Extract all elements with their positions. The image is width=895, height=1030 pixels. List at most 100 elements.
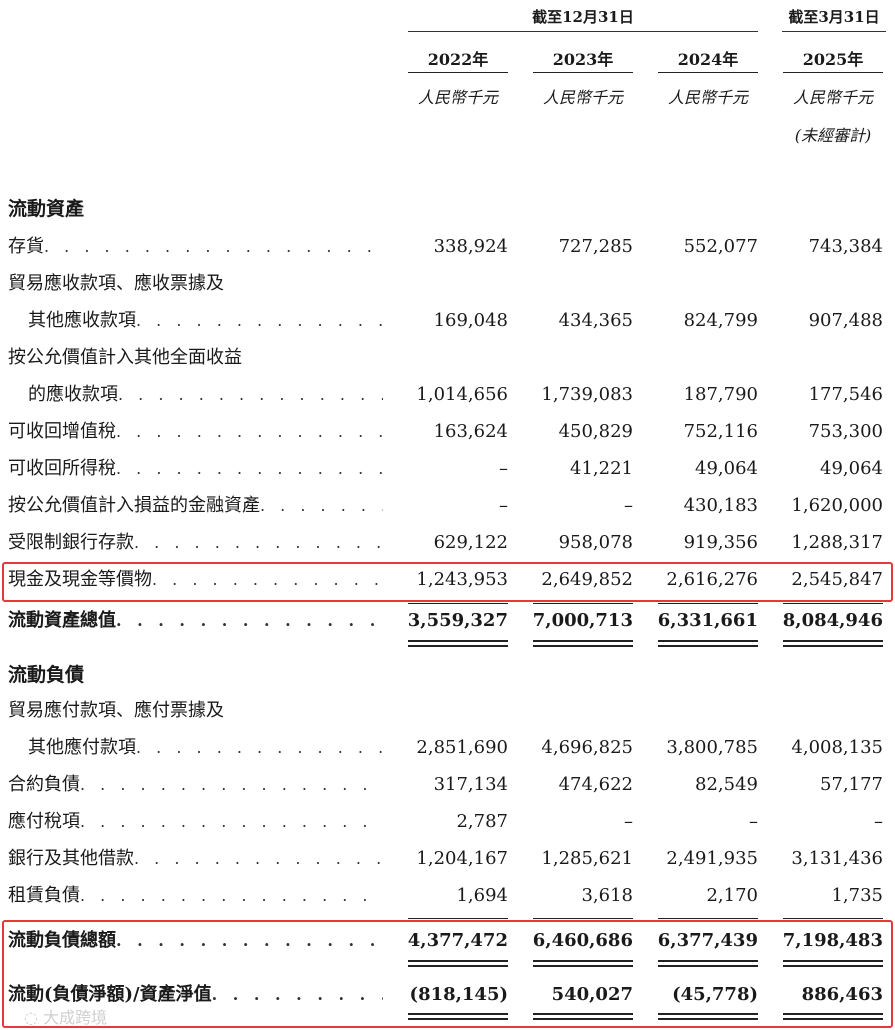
cell: 1,285,621 — [541, 848, 633, 869]
row-label: 銀行及其他借款 — [8, 848, 134, 869]
table-row-total: 流動資產總值. . . . . . . . . . . . . . . . . … — [0, 603, 895, 639]
cell: 6,331,661 — [657, 610, 758, 631]
cell: 187,790 — [683, 384, 758, 405]
cell: 4,696,825 — [541, 737, 633, 758]
header-group-mar31: 截至3月31日 — [788, 8, 880, 26]
unit-2025: 人民幣千元 — [792, 88, 873, 107]
cell: 752,116 — [683, 421, 758, 442]
subtotal-rule — [658, 918, 758, 919]
cell: 317,134 — [433, 774, 508, 795]
cell: 6,377,439 — [657, 930, 758, 951]
table-row: 貿易應付款項、應付票據及 — [0, 693, 895, 729]
row-label: 按公允價值計入損益的金融資產 — [8, 495, 260, 516]
total-double-rule — [533, 640, 633, 647]
cell: 1,735 — [831, 885, 883, 906]
row-label: 存貨 — [8, 236, 44, 257]
table-row-total: 流動負債總額. . . . . . . . . . . . . . . . . … — [0, 923, 895, 959]
cell: – — [499, 458, 508, 479]
cell: 958,078 — [558, 532, 633, 553]
cell: 3,131,436 — [791, 848, 883, 869]
row-label: 的應收款項 — [28, 384, 118, 405]
total-double-rule — [658, 640, 758, 647]
table-row-net: 流動(負債淨額)/資產淨值. . . . . . . . . . . . . .… — [0, 977, 895, 1013]
year-rule-2025 — [783, 72, 883, 73]
cell: 2,491,935 — [666, 848, 758, 869]
row-label: 其他應收款項 — [28, 310, 136, 331]
total-double-rule — [533, 960, 633, 967]
cell: 474,622 — [558, 774, 633, 795]
watermark-text: 大成跨境 — [43, 1008, 108, 1027]
cell: 177,546 — [808, 384, 883, 405]
cell: (45,778) — [672, 984, 758, 1005]
cell: 8,084,946 — [782, 610, 883, 631]
cell: – — [624, 495, 633, 516]
row-label: 受限制銀行存款 — [8, 532, 134, 553]
highlight-box-cash — [2, 562, 893, 602]
table-row: 貿易應收款項、應收票據及 — [0, 266, 895, 302]
table-row: 的應收款項. . . . . . . . . . . . . . . . . .… — [0, 377, 895, 413]
subtotal-rule — [408, 918, 508, 919]
subtotal-rule — [533, 918, 633, 919]
cell: 3,618 — [581, 885, 633, 906]
row-label: 可收回增值稅 — [8, 421, 116, 442]
cell: 82,549 — [695, 774, 758, 795]
table-row: 其他應收款項. . . . . . . . . . . . . . . . . … — [0, 303, 895, 339]
row-label: 流動(負債淨額)/資產淨值 — [8, 984, 212, 1005]
row-label: 按公允價值計入其他全面收益 — [8, 347, 242, 368]
table-row: 可收回所得稅. . . . . . . . . . . . . . . . . … — [0, 451, 895, 487]
cell: 430,183 — [683, 495, 758, 516]
table-row: 應付稅項. . . . . . . . . . . . . . . . . . … — [0, 804, 895, 840]
year-2023: 2023年 — [552, 50, 614, 69]
cell: 6,460,686 — [532, 930, 633, 951]
unit-2022: 人民幣千元 — [417, 88, 498, 107]
net-double-rule — [783, 1013, 883, 1020]
cell: 743,384 — [808, 236, 883, 257]
cell: – — [874, 811, 883, 832]
total-double-rule — [408, 640, 508, 647]
cell: 57,177 — [820, 774, 883, 795]
cell: 163,624 — [433, 421, 508, 442]
row-label: 可收回所得稅 — [8, 458, 116, 479]
table-row: 租賃負債. . . . . . . . . . . . . . . . . . … — [0, 878, 895, 914]
cell: 1,694 — [456, 885, 508, 906]
year-2025: 2025年 — [802, 50, 864, 69]
cell: 2,170 — [706, 885, 758, 906]
cell: 7,000,713 — [532, 610, 633, 631]
cell: 3,559,327 — [407, 610, 508, 631]
cell: 540,027 — [551, 984, 633, 1005]
watermark-icon: ◌ — [24, 1008, 38, 1027]
row-label: 合約負債 — [8, 774, 80, 795]
cell: 907,488 — [808, 310, 883, 331]
cell: 4,377,472 — [407, 930, 508, 951]
row-label: 貿易應付款項、應付票據及 — [8, 700, 224, 721]
table-row: 按公允價值計入其他全面收益 — [0, 340, 895, 376]
cell: 552,077 — [683, 236, 758, 257]
cell: 886,463 — [801, 984, 883, 1005]
cell: 1,739,083 — [541, 384, 633, 405]
cell: 450,829 — [558, 421, 633, 442]
cell: 727,285 — [558, 236, 633, 257]
row-label: 其他應付款項 — [28, 737, 136, 758]
cell: – — [749, 811, 758, 832]
total-double-rule — [658, 960, 758, 967]
total-double-rule — [408, 960, 508, 967]
table-row: 銀行及其他借款. . . . . . . . . . . . . . . . .… — [0, 841, 895, 877]
row-label: 流動負債總額 — [8, 930, 116, 951]
cell: 753,300 — [808, 421, 883, 442]
cell: 7,198,483 — [782, 930, 883, 951]
cell: 2,787 — [456, 811, 508, 832]
header-rule-mar31 — [782, 31, 886, 32]
cell: 49,064 — [695, 458, 758, 479]
subtotal-rule — [783, 918, 883, 919]
cell: 919,356 — [683, 532, 758, 553]
total-double-rule — [783, 960, 883, 967]
header-group-dec31: 截至12月31日 — [532, 8, 634, 26]
net-double-rule — [533, 1013, 633, 1020]
cell: 1,620,000 — [791, 495, 883, 516]
cell: (818,145) — [409, 984, 508, 1005]
year-rule-2023 — [533, 72, 633, 73]
year-rule-2022 — [408, 72, 508, 73]
cell: 49,064 — [820, 458, 883, 479]
cell: 1,204,167 — [416, 848, 508, 869]
table-row: 按公允價值計入損益的金融資產. . . . . . . . . . . . . … — [0, 488, 895, 524]
